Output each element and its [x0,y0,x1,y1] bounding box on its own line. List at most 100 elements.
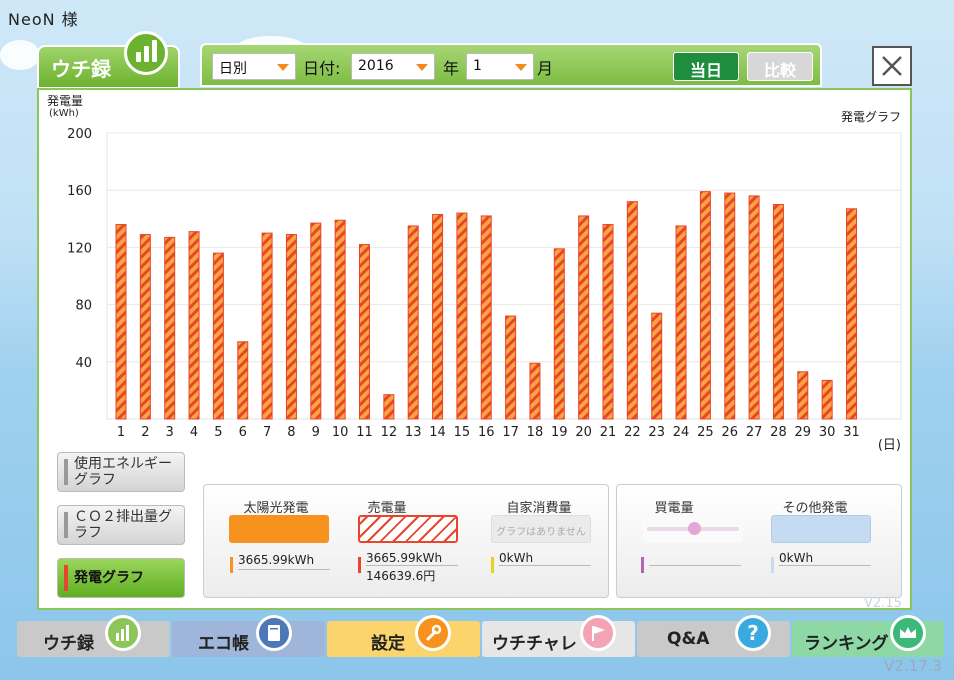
x-tick-label: 9 [312,425,320,440]
bar-day-16[interactable] [480,215,492,420]
bought-marker [641,557,644,573]
y-tick-label: 160 [67,184,92,199]
bar-day-11[interactable] [359,244,370,420]
co2-graph-label: ＣＯ２排出量グラフ [74,509,172,541]
bar-day-8[interactable] [285,234,297,420]
x-tick-label: 4 [190,425,198,440]
x-tick-label: 20 [575,425,592,440]
bar-day-22[interactable] [626,201,638,420]
flag-icon [580,615,616,651]
graph-panel: 発電量 (kWh) 発電グラフ (日) 200 160 120 80 40 1 2 3 4 5 6 7… [37,88,912,610]
version-label: V2.17.3 [884,657,942,675]
x-tick-label: 2 [141,425,149,440]
notebook-icon [256,615,292,651]
generation-graph-button[interactable]: 発電グラフ [57,558,185,598]
bar-day-13[interactable] [407,225,419,420]
mode-select-value: 日別 [219,61,247,77]
bar-day-5[interactable] [212,252,224,420]
today-button[interactable]: 当日 [673,52,739,81]
close-icon [882,56,902,76]
divider [779,565,871,566]
nav-uchiroku[interactable]: ウチ録 [17,615,170,657]
close-button[interactable] [872,46,912,86]
bar-day-26[interactable] [724,192,736,420]
other-generation-marker [771,557,774,573]
nav-ecobook[interactable]: エコ帳 [172,615,325,657]
bought-title: 買電量 [654,501,694,516]
bar-day-15[interactable] [456,212,468,420]
bar-chart-icon [124,31,168,75]
x-tick-label: 19 [551,425,568,440]
nav-ranking-label: ランキング [804,634,889,654]
bar-day-2[interactable] [139,234,151,420]
nav-settings[interactable]: 設定 [327,615,480,657]
other-generation-swatch [771,515,871,543]
bar-day-18[interactable] [529,362,541,420]
bar-day-12[interactable] [383,394,395,420]
co2-graph-button[interactable]: ＣＯ２排出量グラフ [57,505,185,545]
bought-slider-thumb[interactable] [688,522,701,535]
bought-slider[interactable] [643,515,743,543]
year-select[interactable]: 2016 [351,53,435,80]
bar-day-10[interactable] [334,219,346,420]
bar-day-20[interactable] [578,215,590,420]
y-tick-label: 120 [67,241,92,256]
x-tick-label: 11 [356,425,373,440]
x-tick-label: 6 [239,425,247,440]
y-tick-label: 40 [75,356,92,371]
bar-day-28[interactable] [772,204,784,420]
energy-graph-button[interactable]: 使用エネルギーグラフ [57,452,185,492]
bar-day-21[interactable] [602,224,614,420]
month-label: 月 [537,59,554,78]
self-consumption-value: 0kWh [499,551,534,565]
crown-icon [890,615,926,651]
x-tick-label: 25 [697,425,714,440]
x-tick-label: 21 [600,425,617,440]
y-axis-label: 発電量 [47,94,83,108]
nav-qa[interactable]: Q&A ? [637,615,790,657]
other-generation-title: その他発電 [782,501,848,516]
bar-day-1[interactable] [115,224,127,420]
x-tick-label: 16 [478,425,495,440]
bar-day-29[interactable] [797,371,809,420]
nav-ranking[interactable]: ランキング [792,615,944,657]
x-tick-label: 31 [843,425,860,440]
bar-day-14[interactable] [432,214,444,420]
bar-day-6[interactable] [237,341,249,420]
nav-settings-label: 設定 [371,634,405,654]
compare-button[interactable]: 比較 [747,52,813,81]
bar-day-25[interactable] [699,191,711,420]
bottom-navigation: ウチ録 エコ帳 設定 ウチチャレ Q&A ? ランキング [17,615,944,657]
solar-marker [230,557,233,573]
bar-day-27[interactable] [748,195,760,420]
nav-challenge[interactable]: ウチチャレ [482,615,635,657]
divider [499,565,591,566]
x-tick-label: 3 [166,425,174,440]
divider [366,565,458,566]
uchiroku-tab-label: ウチ録 [51,57,111,81]
bar-day-4[interactable] [188,231,200,420]
bar-day-24[interactable] [675,225,687,420]
bar-day-7[interactable] [261,232,273,420]
x-tick-label: 28 [770,425,787,440]
mode-select[interactable]: 日別 [212,53,296,80]
bar-day-9[interactable] [310,222,322,420]
divider [649,565,741,566]
dropdown-arrow-icon [515,64,527,71]
bar-day-31[interactable] [846,208,857,420]
month-select[interactable]: 1 [466,53,534,80]
chart-svg: 発電量 (kWh) 発電グラフ (日) 20016012080401 2 3 4 5 6 7… [47,94,902,453]
bar-day-19[interactable] [553,248,565,420]
cloud-decoration [0,40,40,70]
bar-day-23[interactable] [651,312,663,420]
y-axis-unit: (kWh) [49,108,79,119]
bar-day-30[interactable] [821,379,833,420]
sold-marker [358,557,361,573]
uchiroku-tab[interactable]: ウチ録 [37,31,180,89]
nav-ecobook-label: エコ帳 [198,634,249,654]
sold-value: 3665.99kWh [366,551,443,565]
bar-day-17[interactable] [505,315,517,420]
bar-day-3[interactable] [164,236,176,420]
date-label: 日付: [303,59,341,78]
generation-graph-label: 発電グラフ [74,570,144,586]
